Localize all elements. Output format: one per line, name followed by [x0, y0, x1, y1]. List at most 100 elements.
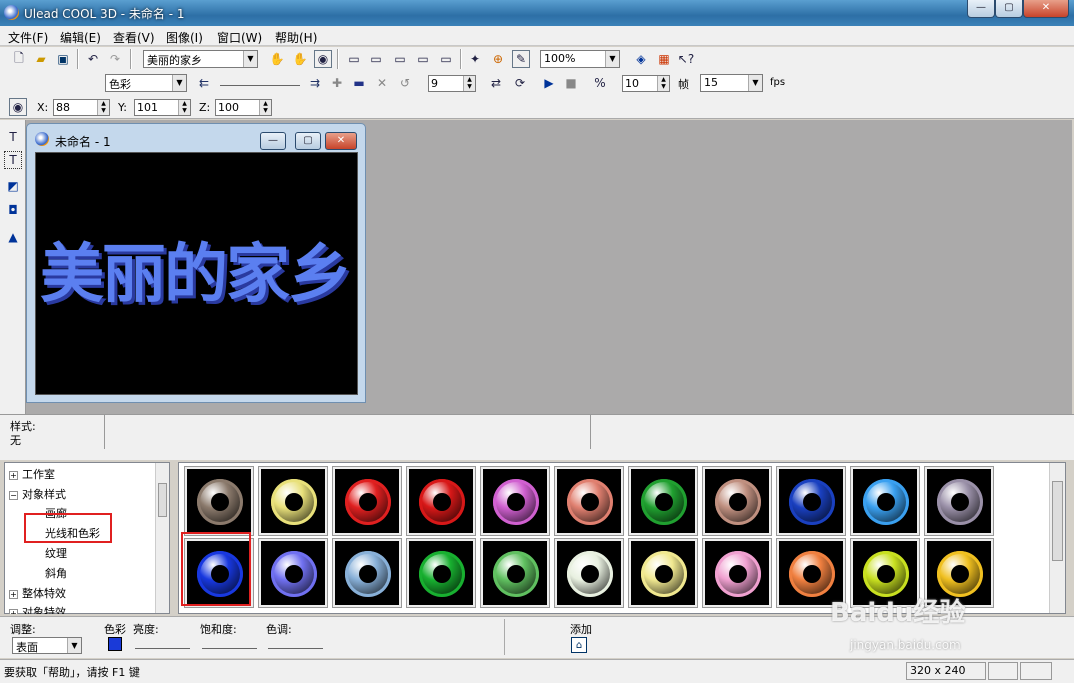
style-thumbnail[interactable] [184, 466, 254, 536]
menu-help[interactable]: 帮助(H) [275, 29, 317, 46]
tree-item-texture[interactable]: 纹理 [45, 545, 67, 561]
style-thumbnail[interactable] [628, 538, 698, 608]
percent-icon[interactable]: % [591, 74, 609, 92]
web-icon[interactable]: ▦ [655, 50, 673, 68]
y-label: Y: [118, 101, 127, 114]
text-object-select[interactable]: 美丽的家乡 ▼ [143, 50, 258, 68]
redo-icon[interactable]: ↷ [106, 50, 124, 68]
insert-text-icon[interactable]: T [4, 128, 22, 146]
frame-spin[interactable]: 9 ▲ ▼ [428, 75, 476, 92]
x-spin[interactable]: 88 ▲ ▼ [53, 99, 110, 116]
style-thumbnail[interactable] [702, 466, 772, 536]
add-icon[interactable]: ⌂ [571, 637, 587, 653]
tree-item-bevel[interactable]: 斜角 [45, 565, 67, 581]
title-bar[interactable]: Ulead COOL 3D - 未命名 - 1 — ▢ ✕ [0, 0, 1074, 26]
render-canvas[interactable]: 美丽的家乡 [35, 152, 358, 395]
hue-slider[interactable] [268, 639, 323, 649]
style-thumbnail[interactable] [628, 466, 698, 536]
prev-key-icon[interactable]: ⇇ [195, 74, 213, 92]
menu-edit[interactable]: 编辑(E) [60, 29, 101, 46]
style-thumbnail[interactable] [850, 466, 920, 536]
view-back-icon[interactable]: ▭ [414, 50, 432, 68]
fit-icon[interactable]: ◉ [314, 50, 332, 68]
close-button[interactable]: ✕ [1023, 0, 1069, 18]
rate-select[interactable]: 15 ▼ [700, 74, 763, 92]
view-top-icon[interactable]: ▭ [367, 50, 385, 68]
style-thumbnail[interactable] [332, 466, 402, 536]
help-pointer-icon[interactable]: ↖? [677, 50, 695, 68]
style-value: 无 [10, 434, 21, 447]
play-icon[interactable]: ▶ [540, 74, 558, 92]
position-icon[interactable]: ◉ [9, 98, 27, 116]
hand-icon[interactable]: ✋ [268, 50, 286, 68]
menu-file[interactable]: 文件(F) [8, 29, 48, 46]
smooth-icon[interactable]: ↺ [396, 74, 414, 92]
z-spin[interactable]: 100 ▲ ▼ [215, 99, 272, 116]
timeline-slider[interactable] [220, 76, 300, 86]
style-thumbnail[interactable] [480, 538, 550, 608]
edit-shape-icon[interactable]: ◘ [4, 201, 22, 219]
new-file-icon[interactable]: 🗋 [10, 50, 28, 68]
menu-image[interactable]: 图像(I) [166, 29, 203, 46]
tree-item-object-fx[interactable]: + 对象特效 [9, 604, 66, 614]
y-spin[interactable]: 101 ▲ ▼ [134, 99, 191, 116]
style-thumbnail[interactable] [406, 538, 476, 608]
open-folder-icon[interactable]: ▰ [32, 50, 50, 68]
gear-icon [419, 551, 465, 597]
view-side-icon[interactable]: ▭ [391, 50, 409, 68]
gear-icon [345, 551, 391, 597]
edit-text-icon[interactable]: T [4, 151, 22, 169]
remove-key-icon[interactable]: ▬ [350, 74, 368, 92]
canvas-3d-text[interactable]: 美丽的家乡 [40, 223, 352, 315]
color-swatch[interactable] [108, 637, 122, 651]
style-thumbnail[interactable] [924, 466, 994, 536]
undo-icon[interactable]: ↶ [84, 50, 102, 68]
menu-window[interactable]: 窗口(W) [217, 29, 262, 46]
doc-minimize-button[interactable]: — [260, 132, 286, 150]
tree-item-studio[interactable]: + 工作室 [9, 466, 55, 482]
next-key-icon[interactable]: ⇉ [306, 74, 324, 92]
doc-maximize-button[interactable]: ▢ [295, 132, 321, 150]
wand-icon[interactable]: ✦ [466, 50, 484, 68]
stop-icon[interactable]: ■ [562, 74, 580, 92]
gear-icon [271, 551, 317, 597]
rotate-hand-icon[interactable]: ✋ [291, 50, 309, 68]
menu-view[interactable]: 查看(V) [113, 29, 155, 46]
maximize-button[interactable]: ▢ [995, 0, 1023, 18]
edit-icon[interactable]: ✎ [512, 50, 530, 68]
style-thumbnail[interactable] [702, 538, 772, 608]
attribute-select[interactable]: 色彩 ▼ [105, 74, 187, 92]
style-thumbnail[interactable] [554, 466, 624, 536]
style-thumbnail[interactable] [258, 538, 328, 608]
add-key-icon[interactable]: ✚ [328, 74, 346, 92]
adjust-select[interactable]: 表面 ▼ [12, 637, 82, 654]
reverse-icon[interactable]: ✕ [373, 74, 391, 92]
save-icon[interactable]: ▣ [54, 50, 72, 68]
doc-close-button[interactable]: ✕ [325, 132, 357, 150]
add-label: 添加 [570, 623, 592, 636]
minimize-button[interactable]: — [967, 0, 995, 18]
style-thumbnail[interactable] [554, 538, 624, 608]
globe-icon[interactable]: ⊕ [489, 50, 507, 68]
view-bottom-icon[interactable]: ▭ [437, 50, 455, 68]
loop-icon[interactable]: ⇄ [487, 74, 505, 92]
saturation-slider[interactable] [202, 639, 257, 649]
pingpong-icon[interactable]: ⟳ [511, 74, 529, 92]
export-icon[interactable]: ◈ [632, 50, 650, 68]
insert-shape-icon[interactable]: ◩ [4, 177, 22, 195]
style-thumbnail[interactable] [332, 538, 402, 608]
document-window[interactable]: 未命名 - 1 — ▢ ✕ 美丽的家乡 [26, 123, 366, 403]
tree-scrollbar[interactable] [155, 463, 169, 613]
style-thumbnail[interactable] [480, 466, 550, 536]
gallery-scrollbar[interactable] [1049, 463, 1065, 613]
tree-item-global-fx[interactable]: + 整体特效 [9, 585, 66, 601]
object-icon[interactable]: ▲ [4, 228, 22, 246]
fps-spin[interactable]: 10 ▲ ▼ [622, 75, 670, 92]
style-thumbnail[interactable] [776, 466, 846, 536]
view-front-icon[interactable]: ▭ [345, 50, 363, 68]
style-thumbnail[interactable] [406, 466, 476, 536]
style-thumbnail[interactable] [258, 466, 328, 536]
brightness-slider[interactable] [135, 639, 190, 649]
tree-item-object-style[interactable]: − 对象样式 [9, 486, 66, 502]
zoom-select[interactable]: 100% ▼ [540, 50, 620, 68]
